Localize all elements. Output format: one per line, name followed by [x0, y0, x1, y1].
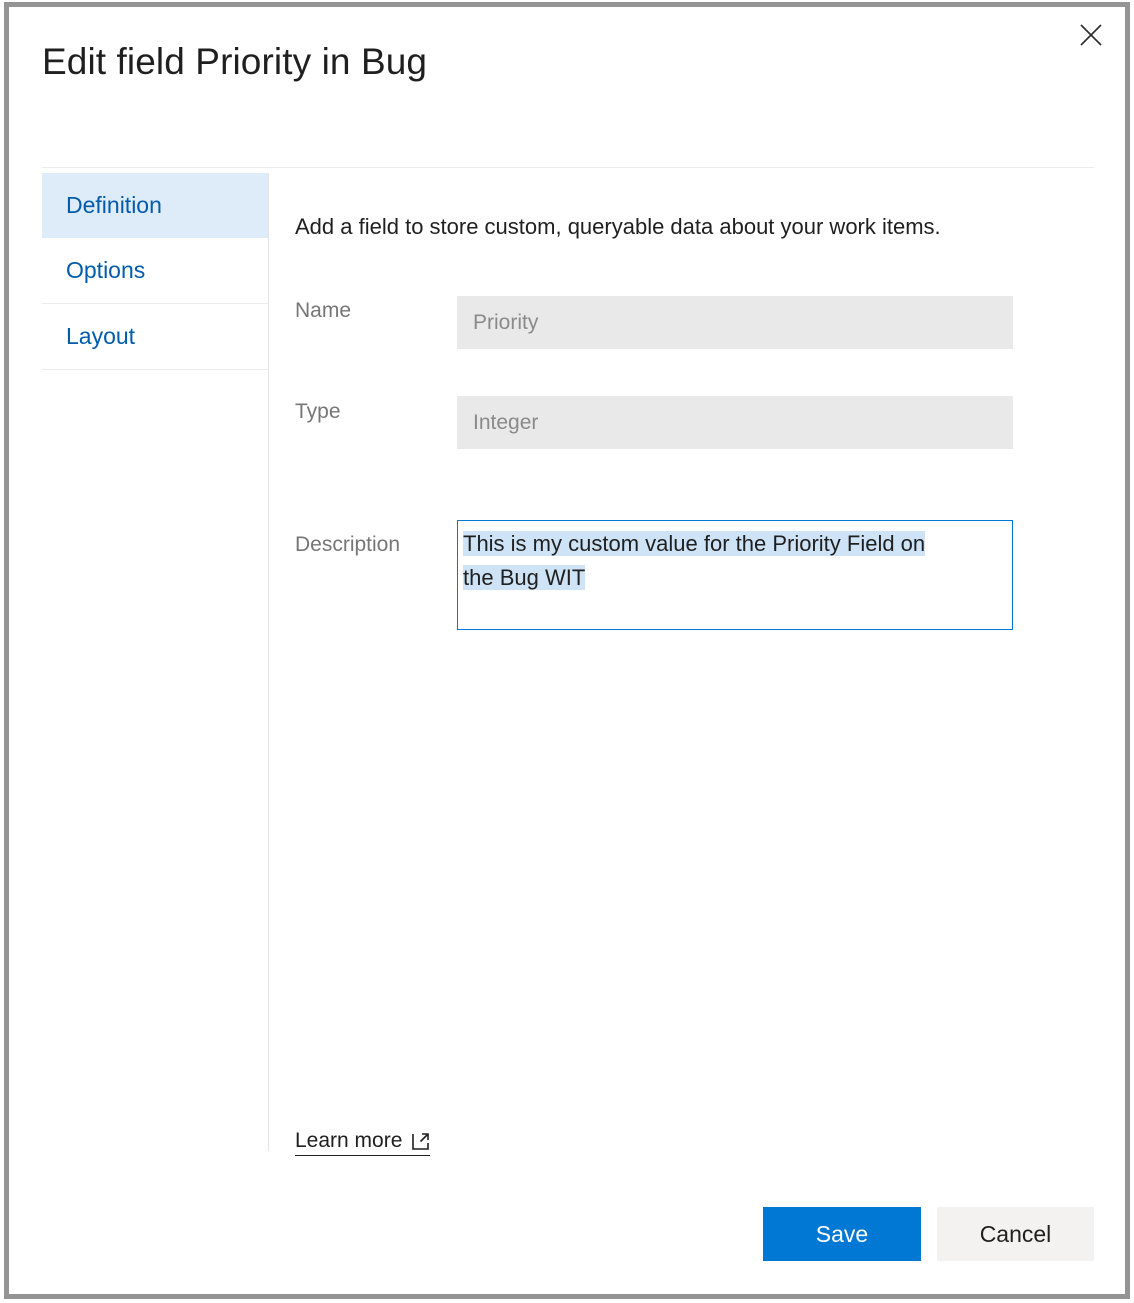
sidebar-item-definition[interactable]: Definition [42, 173, 268, 238]
type-input[interactable] [457, 396, 1013, 449]
sidebar-item-label: Layout [66, 323, 135, 350]
type-label: Type [295, 400, 341, 424]
name-label: Name [295, 299, 351, 323]
description-textarea[interactable]: This is my custom value for the Priority… [457, 520, 1013, 630]
dialog-header: Edit field Priority in Bug [9, 7, 1125, 167]
dialog-body: Definition Options Layout Add a field to… [9, 168, 1125, 1200]
sidebar-content-divider [268, 173, 269, 1151]
panel-subtitle: Add a field to store custom, queryable d… [295, 214, 941, 240]
name-input[interactable] [457, 296, 1013, 349]
learn-more-label: Learn more [295, 1129, 402, 1153]
description-line-1: This is my custom value for the Priority… [463, 531, 925, 556]
sidebar-item-label: Options [66, 257, 145, 284]
sidebar-item-layout[interactable]: Layout [42, 304, 268, 369]
external-link-icon [411, 1132, 430, 1151]
cancel-button[interactable]: Cancel [937, 1207, 1094, 1261]
sidebar-item-options[interactable]: Options [42, 238, 268, 303]
description-line-2: the Bug WIT [463, 565, 585, 590]
learn-more-link[interactable]: Learn more [295, 1129, 430, 1156]
close-icon [1078, 22, 1104, 48]
sidebar-divider [42, 369, 268, 370]
edit-field-dialog: Edit field Priority in Bug Definition [9, 7, 1125, 1294]
dialog-footer: Save Cancel [9, 1207, 1125, 1267]
description-text: This is my custom value for the Priority… [458, 521, 1012, 595]
description-label: Description [295, 533, 400, 557]
sidebar: Definition Options Layout [42, 168, 268, 370]
sidebar-item-label: Definition [66, 192, 162, 219]
save-button[interactable]: Save [763, 1207, 921, 1261]
close-button[interactable] [1067, 12, 1115, 58]
screen: Edit field Priority in Bug Definition [0, 0, 1134, 1303]
page-title: Edit field Priority in Bug [42, 41, 427, 83]
